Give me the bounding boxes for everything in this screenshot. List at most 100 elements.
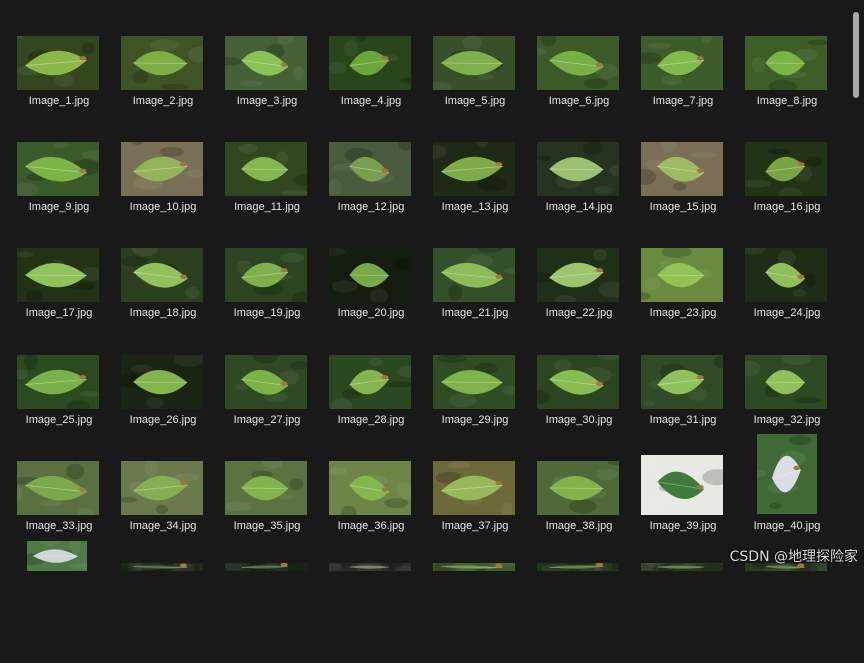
thumbnail-image: [17, 355, 99, 409]
file-item[interactable]: Image_3.jpg: [208, 36, 312, 136]
file-name: Image_6.jpg: [520, 95, 638, 108]
file-item[interactable]: Image_2.jpg: [104, 36, 208, 136]
file-item[interactable]: Image_25.jpg: [0, 355, 104, 455]
file-item[interactable]: Image_18.jpg: [104, 248, 208, 348]
thumbnail-image: [225, 563, 307, 571]
thumbnail-image: [329, 461, 411, 515]
file-item[interactable]: Image_8.jpg: [728, 36, 832, 136]
file-item[interactable]: Image_1.jpg: [0, 36, 104, 136]
file-item[interactable]: Image_37.jpg: [416, 461, 520, 561]
file-item[interactable]: Image_22.jpg: [520, 248, 624, 348]
file-item[interactable]: Image_36.jpg: [312, 461, 416, 561]
file-item[interactable]: Image_9.jpg: [0, 142, 104, 242]
file-item[interactable]: Image_15.jpg: [624, 142, 728, 242]
thumbnail-image: [745, 142, 827, 196]
file-item[interactable]: [208, 563, 312, 663]
file-item[interactable]: Image_35.jpg: [208, 461, 312, 561]
file-name: Image_2.jpg: [104, 95, 222, 108]
file-item[interactable]: [520, 563, 624, 663]
file-item[interactable]: Image_11.jpg: [208, 142, 312, 242]
thumbnail-image: [27, 541, 87, 571]
file-item[interactable]: Image_12.jpg: [312, 142, 416, 242]
thumbnail-image: [225, 36, 307, 90]
thumbnail-image: [641, 142, 723, 196]
thumbnail-image: [329, 142, 411, 196]
file-item[interactable]: Image_39.jpg: [624, 455, 728, 555]
thumbnail-image: [745, 355, 827, 409]
file-name: Image_32.jpg: [728, 414, 846, 427]
thumbnail-image: [17, 36, 99, 90]
file-name: Image_3.jpg: [208, 95, 326, 108]
thumbnail-image: [225, 461, 307, 515]
file-item[interactable]: Image_28.jpg: [312, 355, 416, 455]
file-name: Image_23.jpg: [624, 307, 742, 320]
thumbnail-image: [745, 36, 827, 90]
file-item[interactable]: Image_16.jpg: [728, 142, 832, 242]
file-item[interactable]: Image_23.jpg: [624, 248, 728, 348]
file-name: Image_35.jpg: [208, 520, 326, 533]
vertical-scrollbar[interactable]: [848, 0, 864, 571]
file-name: Image_37.jpg: [416, 520, 534, 533]
thumbnail-image: [329, 248, 411, 302]
file-name: Image_5.jpg: [416, 95, 534, 108]
file-item[interactable]: Image_5.jpg: [416, 36, 520, 136]
file-name: Image_40.jpg: [728, 520, 846, 533]
file-item[interactable]: Image_29.jpg: [416, 355, 520, 455]
file-item[interactable]: [104, 563, 208, 663]
file-name: Image_28.jpg: [312, 414, 430, 427]
file-item[interactable]: Image_13.jpg: [416, 142, 520, 242]
thumbnail-image: [641, 455, 723, 515]
file-name: Image_13.jpg: [416, 201, 534, 214]
thumbnail-image: [641, 355, 723, 409]
file-item[interactable]: Image_40.jpg: [728, 434, 832, 534]
thumbnail-image: [757, 434, 817, 514]
file-item[interactable]: Image_27.jpg: [208, 355, 312, 455]
thumbnail-image: [641, 36, 723, 90]
thumbnail-image: [17, 461, 99, 515]
file-item[interactable]: Image_38.jpg: [520, 461, 624, 561]
file-name: Image_15.jpg: [624, 201, 742, 214]
thumbnail-image: [17, 248, 99, 302]
file-item[interactable]: [416, 563, 520, 663]
file-name: Image_12.jpg: [312, 201, 430, 214]
file-item[interactable]: Image_19.jpg: [208, 248, 312, 348]
file-item[interactable]: Image_6.jpg: [520, 36, 624, 136]
thumbnail-image: [537, 563, 619, 571]
file-name: Image_1.jpg: [0, 95, 118, 108]
thumbnail-image: [225, 355, 307, 409]
scrollbar-thumb[interactable]: [853, 12, 859, 98]
thumbnail-image: [433, 142, 515, 196]
thumbnail-image: [225, 248, 307, 302]
file-item[interactable]: Image_24.jpg: [728, 248, 832, 348]
file-item[interactable]: [0, 541, 104, 641]
file-item[interactable]: Image_34.jpg: [104, 461, 208, 561]
thumbnail-image: [537, 355, 619, 409]
file-item[interactable]: Image_7.jpg: [624, 36, 728, 136]
file-item[interactable]: Image_4.jpg: [312, 36, 416, 136]
thumbnail-image: [121, 248, 203, 302]
file-item[interactable]: Image_10.jpg: [104, 142, 208, 242]
file-name: Image_18.jpg: [104, 307, 222, 320]
file-name: Image_29.jpg: [416, 414, 534, 427]
file-item[interactable]: Image_30.jpg: [520, 355, 624, 455]
file-item[interactable]: Image_21.jpg: [416, 248, 520, 348]
thumbnail-image: [641, 563, 723, 571]
file-name: Image_27.jpg: [208, 414, 326, 427]
file-item[interactable]: Image_26.jpg: [104, 355, 208, 455]
thumbnail-image: [433, 36, 515, 90]
thumbnail-image: [225, 142, 307, 196]
file-item[interactable]: [312, 563, 416, 663]
file-name: Image_21.jpg: [416, 307, 534, 320]
file-item[interactable]: Image_31.jpg: [624, 355, 728, 455]
thumbnail-image: [433, 461, 515, 515]
file-item[interactable]: Image_14.jpg: [520, 142, 624, 242]
file-name: Image_30.jpg: [520, 414, 638, 427]
file-item[interactable]: [624, 563, 728, 663]
watermark-text: CSDN @地理探险家: [730, 549, 858, 565]
thumbnail-image: [121, 142, 203, 196]
file-item[interactable]: [728, 563, 832, 663]
file-item[interactable]: Image_20.jpg: [312, 248, 416, 348]
file-name: Image_10.jpg: [104, 201, 222, 214]
file-name: Image_38.jpg: [520, 520, 638, 533]
file-item[interactable]: Image_17.jpg: [0, 248, 104, 348]
